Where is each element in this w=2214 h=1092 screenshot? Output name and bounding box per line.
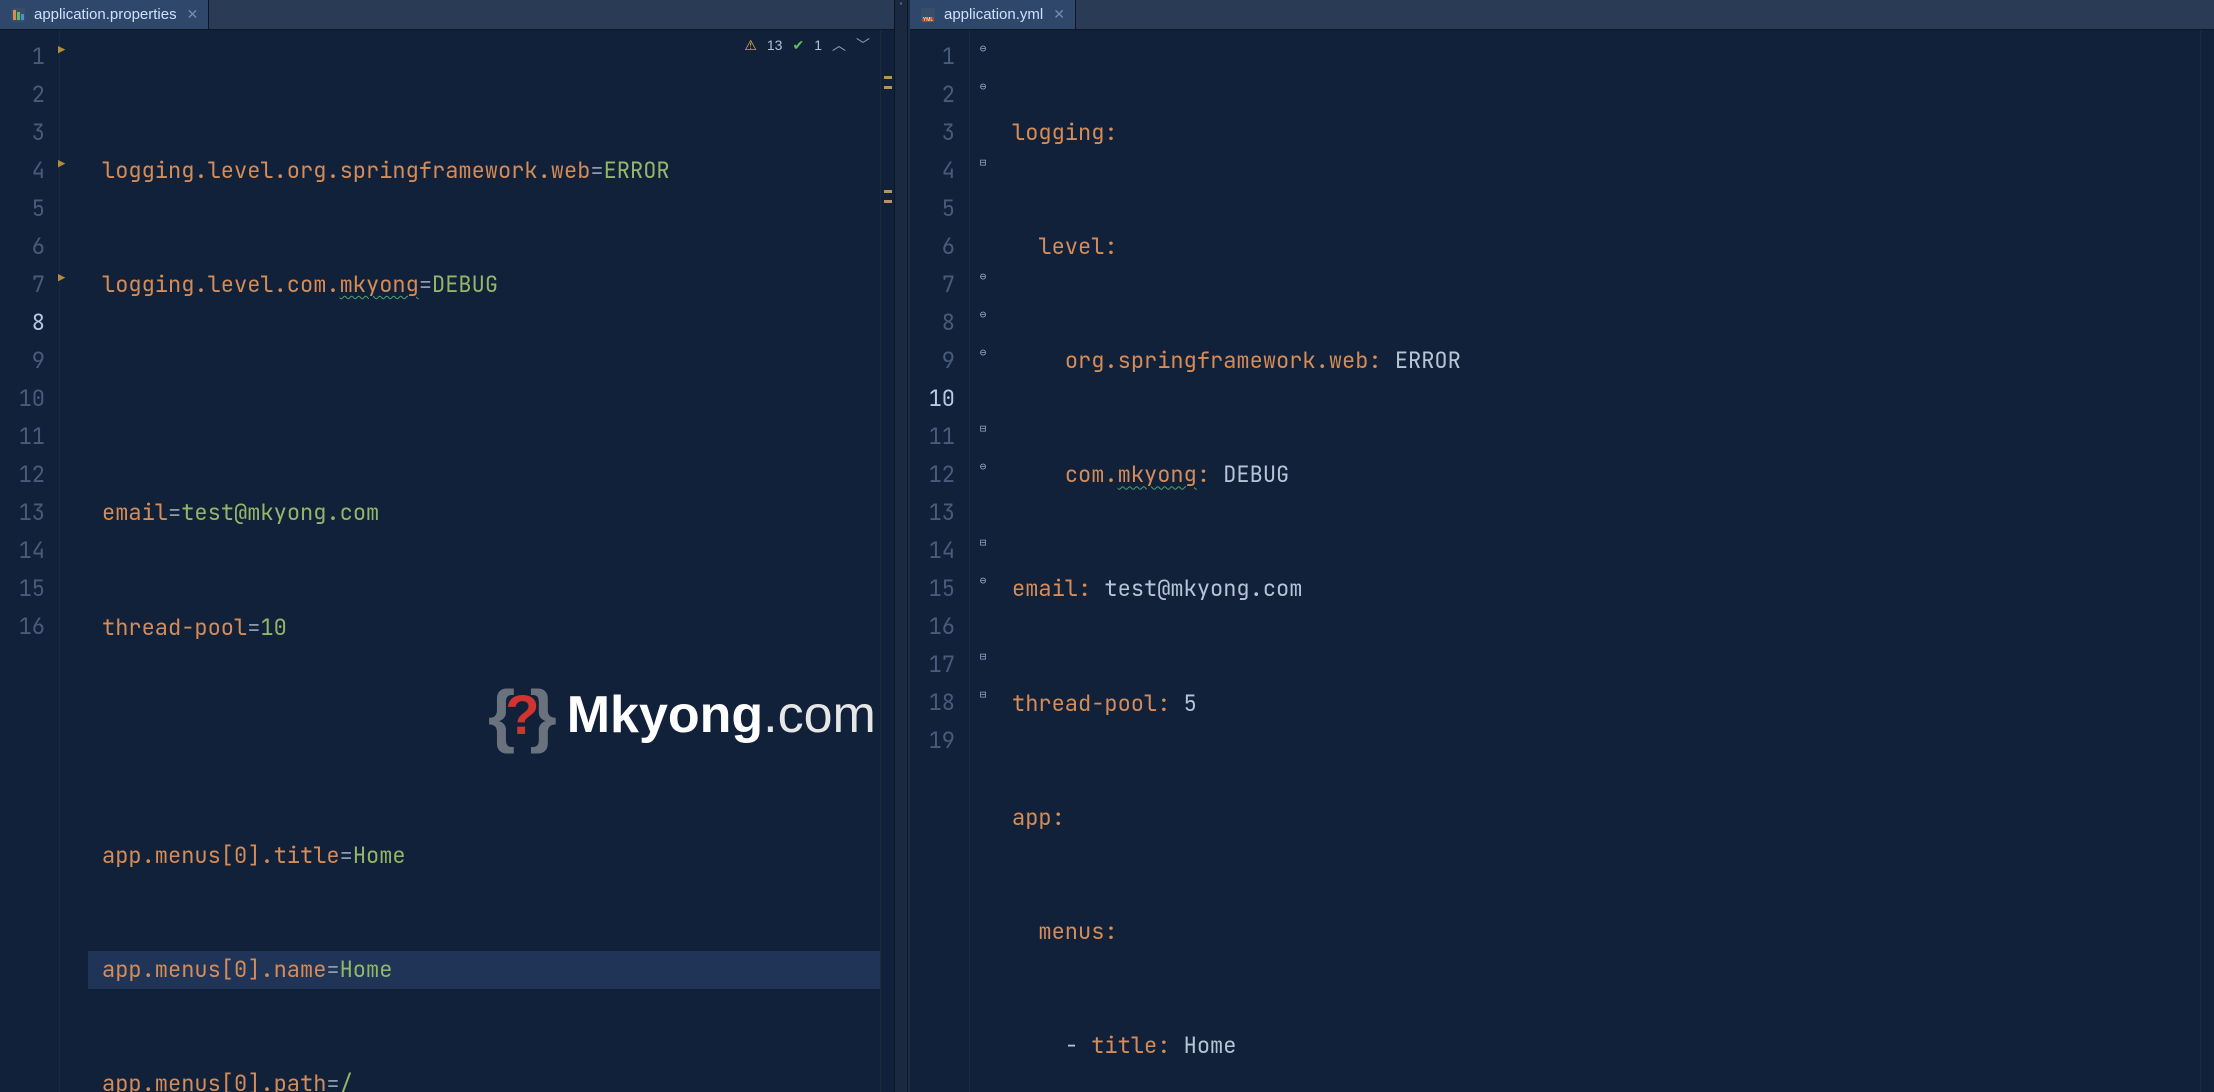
tab-application-properties[interactable]: application.properties ✕ (0, 0, 209, 29)
fold-toggle-icon[interactable]: ⊖ (976, 80, 990, 94)
editor-left[interactable]: 12345678910111213141516 ▶ ▶ ▶ ⚠ 13 ✔ 1 ︿ ﹀… (0, 30, 894, 1092)
fold-end-icon: ⊟ (976, 536, 990, 550)
chevron-down-icon[interactable]: ﹀ (856, 33, 870, 57)
marker-stripe[interactable] (2200, 30, 2214, 1092)
tab-application-yml[interactable]: YML application.yml ✕ (910, 0, 1076, 29)
editor-pane-left: application.properties ✕ 123456789101112… (0, 0, 894, 1092)
bookmark-arrow-icon: ▶ (58, 40, 65, 61)
chevron-up-icon[interactable]: ︿ (832, 33, 846, 57)
inspection-widget[interactable]: ⚠ 13 ✔ 1 ︿ ﹀ (744, 33, 870, 57)
bookmark-arrow-icon: ▶ (58, 268, 65, 289)
fold-toggle-icon[interactable]: ⊖ (976, 270, 990, 284)
close-tab-icon[interactable]: ✕ (1053, 2, 1065, 26)
split-handle[interactable]: ⋮ (894, 0, 908, 1092)
current-line: app.menus[0].name=Home (88, 951, 894, 989)
yaml-file-icon: YML (920, 7, 936, 23)
ok-check-icon: ✔ (792, 33, 804, 57)
ok-count: 1 (814, 33, 822, 57)
editor-pane-right: YML application.yml ✕ 123456789101112131… (908, 0, 2214, 1092)
properties-file-icon (10, 7, 26, 23)
fold-end-icon: ⊟ (976, 422, 990, 436)
fold-toggle-icon[interactable]: ⊖ (976, 346, 990, 360)
tab-filename: application.properties (34, 2, 177, 28)
fold-end-icon: ⊟ (976, 156, 990, 170)
bookmark-arrow-icon: ▶ (58, 154, 65, 175)
tab-bar-left: application.properties ✕ (0, 0, 894, 30)
fold-column: ⊖ ⊖ ⊟ ⊖ ⊖ ⊖ ⊟ ⊖ ⊟ ⊖ ⊟ ⊟ (970, 30, 998, 1092)
tab-bar-right: YML application.yml ✕ (910, 0, 2214, 30)
fold-toggle-icon[interactable]: ⊖ (976, 42, 990, 56)
code-area-right[interactable]: logging: level: org.springframework.web:… (998, 30, 2200, 1092)
code-area-left[interactable]: ⚠13 ✔1 ︿ ﹀ logging.level.org.springframe… (88, 30, 880, 1092)
warning-icon: ⚠ (744, 33, 757, 57)
fold-toggle-icon[interactable]: ⊖ (976, 308, 990, 322)
marker-stripe[interactable] (880, 30, 894, 1092)
fold-column: ▶ ▶ ▶ (60, 30, 88, 1092)
tab-filename: application.yml (944, 2, 1043, 28)
fold-toggle-icon[interactable]: ⊖ (976, 460, 990, 474)
fold-toggle-icon[interactable]: ⊖ (976, 574, 990, 588)
fold-end-icon: ⊟ (976, 650, 990, 664)
fold-end-icon: ⊟ (976, 688, 990, 702)
editor-right[interactable]: 12345678910111213141516171819 ⊖ ⊖ ⊟ ⊖ ⊖ … (910, 30, 2214, 1092)
line-number-gutter: 12345678910111213141516171819 (910, 30, 970, 1092)
warning-count: 13 (767, 33, 783, 57)
close-tab-icon[interactable]: ✕ (187, 2, 199, 26)
svg-text:YML: YML (923, 17, 934, 23)
line-number-gutter: 12345678910111213141516 (0, 30, 60, 1092)
